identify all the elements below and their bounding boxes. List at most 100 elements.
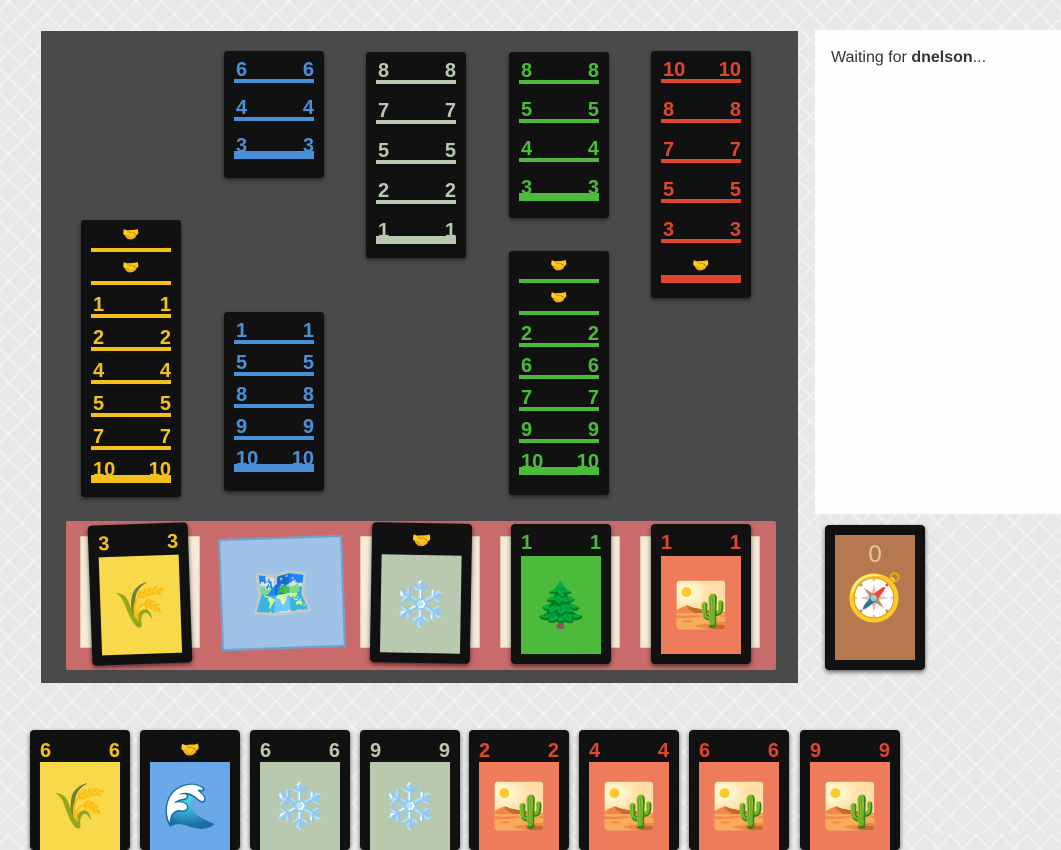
handshake-icon: 🤝 — [122, 226, 140, 242]
stack-card: 44 — [81, 352, 181, 386]
stack-card: 33 — [224, 127, 324, 161]
card-color-bar — [91, 314, 171, 318]
desert-icon: 🏜️ — [699, 762, 779, 850]
stack-card: 88 — [366, 52, 466, 86]
stack-card: 55 — [81, 385, 181, 419]
handshake-icon: 🤝 — [180, 742, 200, 759]
stack-card: 88 — [651, 91, 751, 125]
map-icon: 🗺️ — [248, 563, 316, 624]
stack-card: 33 — [509, 169, 609, 203]
stack-card: 44 — [509, 130, 609, 164]
card-color-bar — [519, 158, 599, 162]
hand-card[interactable]: 6 6 🌾 — [30, 730, 130, 850]
discard-pile-yellow[interactable]: 3 3 🌾 — [87, 522, 193, 666]
hand-card[interactable]: 4 4 🏜️ — [579, 730, 679, 850]
wheat-icon: 🌾 — [40, 762, 120, 850]
card-value: 1 — [589, 532, 601, 554]
wave-icon: 🌊 — [150, 762, 230, 850]
stack-card: 10 10 — [651, 51, 751, 85]
stack-card: 10 10 — [224, 440, 324, 474]
card-color-bar — [661, 239, 741, 243]
card-value: 9 — [370, 740, 382, 762]
player-stack-green: 🤝 🤝 2 2 6 6 7 7 9 9 10 10 — [509, 251, 609, 495]
discard-pile-blue[interactable]: 🗺️ — [218, 534, 346, 652]
card-value: 6 — [328, 740, 340, 762]
stack-card: 66 — [224, 51, 324, 85]
card-color-bar — [661, 119, 741, 123]
card-color-bar — [519, 119, 599, 123]
stack-card: 99 — [224, 408, 324, 442]
desert-icon: 🏜️ — [661, 556, 741, 654]
stack-card: 55 — [366, 132, 466, 166]
hand-card[interactable]: 🤝 🌊 — [140, 730, 240, 850]
stack-card: 77 — [366, 92, 466, 126]
snowflake-icon: ❄️ — [370, 762, 450, 850]
desert-icon: 🏜️ — [589, 762, 669, 850]
card-color-bar — [376, 200, 456, 204]
stack-card: 11 — [81, 286, 181, 320]
status-prefix: Waiting for — [831, 49, 912, 66]
hand-card[interactable]: 6 6 🏜️ — [689, 730, 789, 850]
card-color-bar — [91, 347, 171, 351]
card-value: 9 — [810, 740, 822, 762]
card-color-bar — [91, 281, 171, 285]
opponent-stack-white: 88 77 55 22 11 — [366, 52, 466, 258]
card-value: 6 — [40, 740, 52, 762]
card-color-bar — [234, 117, 314, 121]
discard-pile-red[interactable]: 1 1 🏜️ — [651, 524, 751, 664]
snowflake-icon: ❄️ — [260, 762, 340, 850]
handshake-icon: 🤝 — [550, 257, 568, 273]
card-color-bar — [661, 275, 741, 283]
card-value: 9 — [438, 740, 450, 762]
stack-card: 99 — [509, 411, 609, 445]
status-panel: Waiting for dnelson... — [815, 30, 1061, 514]
desert-icon: 🏜️ — [810, 762, 890, 850]
hand-card[interactable]: 6 6 ❄️ — [250, 730, 350, 850]
wheat-icon: 🌾 — [98, 554, 183, 656]
stack-card: 55 — [224, 344, 324, 378]
desert-icon: 🏜️ — [479, 762, 559, 850]
card-value: 2 — [479, 740, 491, 762]
player-stack-yellow: 🤝 🤝 1 1 2 2 4 4 5 5 7 7 10 10 — [81, 220, 181, 497]
stack-card: 11 — [366, 212, 466, 246]
stack-card: 55 — [509, 91, 609, 125]
card-value: 9 — [878, 740, 890, 762]
card-color-bar — [661, 159, 741, 163]
card-color-bar — [376, 236, 456, 244]
card-value: 1 — [729, 532, 741, 554]
card-value: 4 — [589, 740, 601, 762]
card-color-bar — [91, 248, 171, 252]
card-color-bar — [519, 80, 599, 84]
status-suffix: ... — [972, 49, 987, 66]
hand-card[interactable]: 2 2 🏜️ — [469, 730, 569, 850]
card-value: 4 — [657, 740, 669, 762]
card-value: 6 — [767, 740, 779, 762]
discard-pile-green[interactable]: 1 1 🌲 — [511, 524, 611, 664]
stack-card: 77 — [509, 379, 609, 413]
card-color-bar — [519, 193, 599, 201]
stack-card: 22 — [366, 172, 466, 206]
stack-card: 33 — [651, 211, 751, 245]
draw-deck[interactable]: 🧭 0 — [825, 525, 925, 670]
stack-card: 🤝 — [81, 220, 181, 254]
handshake-icon: 🤝 — [122, 259, 140, 275]
stack-card: 🤝 — [509, 251, 609, 285]
stack-card: 77 — [81, 418, 181, 452]
card-value: 6 — [108, 740, 120, 762]
card-color-bar — [91, 446, 171, 450]
card-color-bar — [91, 413, 171, 417]
stack-card: 55 — [651, 171, 751, 205]
hand-card[interactable]: 9 9 🏜️ — [800, 730, 900, 850]
stack-card: 88 — [509, 52, 609, 86]
card-value: 6 — [699, 740, 711, 762]
stack-card: 66 — [509, 347, 609, 381]
stack-card: 11 — [224, 312, 324, 346]
stack-card: 10 10 — [81, 451, 181, 485]
hand-card[interactable]: 9 9 ❄️ — [360, 730, 460, 850]
stack-card: 88 — [224, 376, 324, 410]
snowflake-icon: ❄️ — [379, 554, 462, 654]
deck-count: 0 — [868, 541, 882, 568]
handshake-icon: 🤝 — [411, 532, 432, 551]
opponent-stack-green: 88 55 44 33 — [509, 52, 609, 218]
discard-pile-white[interactable]: 🤝 ❄️ — [369, 522, 473, 664]
